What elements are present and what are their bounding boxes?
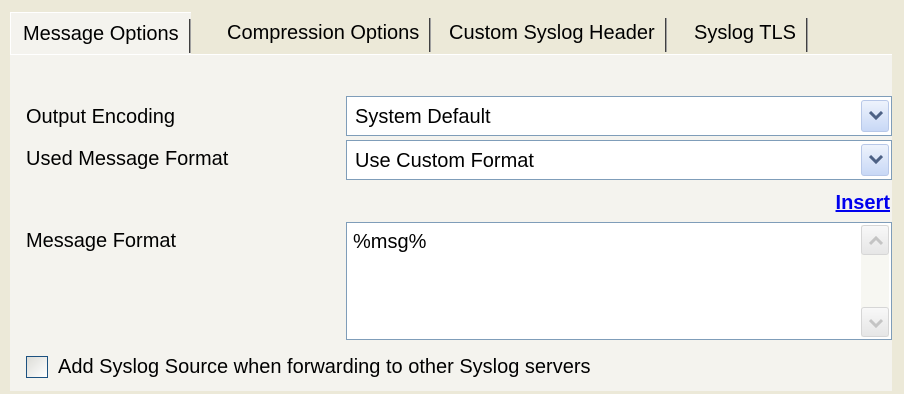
output-encoding-label: Output Encoding [26, 106, 175, 128]
used-message-format-label: Used Message Format [26, 148, 229, 170]
vertical-scrollbar[interactable] [861, 225, 889, 337]
tab-separator [429, 18, 432, 52]
arrow-up-icon[interactable] [861, 225, 889, 255]
tab-compression-options[interactable]: Compression Options [215, 12, 432, 54]
message-format-textarea[interactable]: %msg% [346, 222, 892, 340]
message-format-value: %msg% [353, 231, 427, 253]
tab-custom-syslog-header[interactable]: Custom Syslog Header [437, 12, 667, 54]
used-message-format-value: Use Custom Format [355, 150, 534, 172]
tab-separator [664, 18, 667, 52]
message-format-label: Message Format [26, 230, 177, 252]
arrow-down-icon[interactable] [861, 307, 889, 337]
tab-label: Syslog TLS [694, 22, 796, 44]
insert-link[interactable]: Insert [836, 192, 890, 215]
tab-message-options[interactable]: Message Options [10, 12, 191, 58]
tab-syslog-tls[interactable]: Syslog TLS [682, 12, 808, 54]
chevron-down-icon[interactable] [861, 144, 889, 176]
tab-strip: Message Options Compression Options Cust… [10, 12, 894, 58]
tab-separator [188, 19, 191, 53]
output-encoding-value: System Default [355, 106, 491, 128]
chevron-down-icon[interactable] [861, 100, 889, 132]
used-message-format-select[interactable]: Use Custom Format [346, 140, 892, 180]
tab-separator [805, 18, 808, 52]
tab-label: Message Options [23, 23, 179, 45]
tab-label: Custom Syslog Header [449, 22, 655, 44]
tab-label: Compression Options [227, 22, 420, 44]
add-syslog-source-checkbox[interactable] [26, 356, 48, 378]
output-encoding-select[interactable]: System Default [346, 96, 892, 136]
add-syslog-source-label[interactable]: Add Syslog Source when forwarding to oth… [58, 356, 591, 379]
